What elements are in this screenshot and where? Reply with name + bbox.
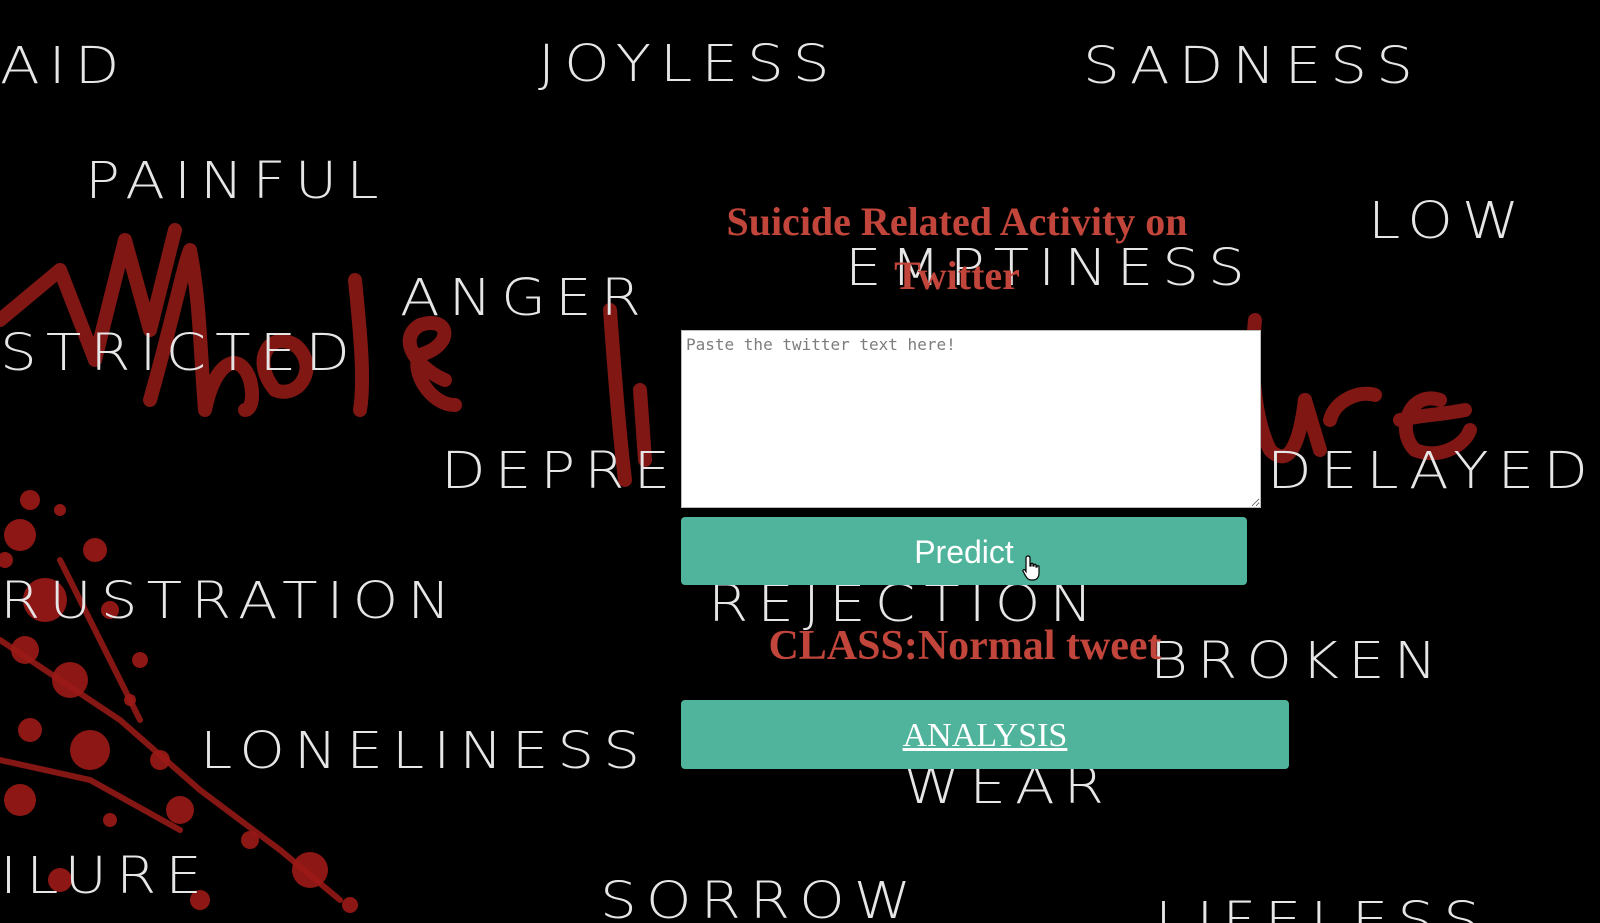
background-word: SADNESS: [1083, 35, 1422, 96]
hand-cursor-icon: [1022, 555, 1040, 581]
predict-button[interactable]: Predict: [681, 517, 1247, 585]
background-word: ANGER: [400, 267, 650, 328]
background-word: PAINFUL: [85, 150, 388, 211]
background-word: ILURE: [0, 845, 211, 906]
prediction-result: CLASS:Normal tweet: [768, 623, 1162, 669]
background-word: DELAYED: [1267, 440, 1597, 501]
analysis-button[interactable]: ANALYSIS: [681, 700, 1289, 769]
background-word: LOW: [1368, 190, 1529, 251]
background-word: RUSTRATION: [0, 570, 460, 631]
page-title: Suicide Related Activity on Twitter: [726, 199, 1188, 298]
tweet-text-input[interactable]: [681, 330, 1261, 508]
background-word: LIFELESS: [1155, 890, 1490, 923]
background-word: LONELINESS: [200, 720, 650, 781]
background-word: JOYLESS: [538, 33, 839, 94]
background-word: AID: [0, 35, 129, 96]
background-word: STRICTED: [0, 322, 359, 383]
background-word: SORROW: [600, 870, 921, 923]
